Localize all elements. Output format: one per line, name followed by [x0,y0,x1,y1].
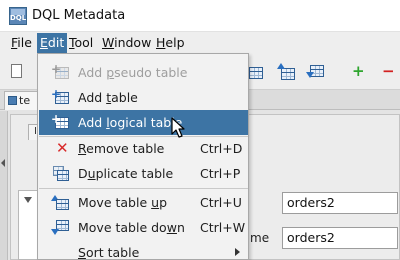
collapse-arrow-icon [1,159,5,167]
title-bar: DQL DQL Metadata [0,0,400,32]
menu-item-sort-table[interactable]: Sort table [39,240,248,260]
new-document-button[interactable] [8,63,26,81]
menu-item-move-table-up[interactable]: Move table up Ctrl+U [39,190,248,215]
menu-file[interactable]: File [8,33,35,53]
menu-edit[interactable]: Edit [37,33,68,53]
app-logo-icon: DQL [9,7,27,25]
side-panel-collapser[interactable] [0,111,8,260]
add-pseudo-table-icon: + [51,62,69,80]
menu-item-duplicate-table[interactable]: Duplicate table Ctrl+P [39,161,248,186]
name-label: me [250,231,270,245]
menu-window[interactable]: Window [99,33,154,53]
edit-menu-dropdown: + Add pseudo table + Add table + Add log… [37,53,249,260]
menu-item-move-table-down[interactable]: Move table down Ctrl+W [39,215,248,240]
table-icon [249,67,263,79]
menu-bar: File Edit Tool Window Help [0,32,400,54]
shortcut-label: Ctrl+D [200,141,243,156]
menu-item-add-logical-table[interactable]: + Add logical table [39,110,248,135]
menu-help[interactable]: Help [153,33,188,53]
move-table-down-icon [306,72,314,78]
table-grid-icon [281,68,295,80]
remove-icon: − [382,62,395,80]
shortcut-label: Ctrl+W [200,220,246,235]
menu-item-add-pseudo-table[interactable]: + Add pseudo table [39,60,248,85]
move-table-up-button[interactable] [277,63,295,81]
name-field[interactable]: orders2 [282,227,398,249]
shortcut-label: Ctrl+U [200,195,242,210]
window-title: DQL Metadata [32,8,126,23]
shortcut-label: Ctrl+P [200,166,241,181]
document-tab-icon [8,96,17,105]
duplicate-table-icon [53,166,69,181]
tree-panel[interactable] [18,190,38,260]
document-tab-label: te [19,94,31,107]
new-document-icon [11,64,22,78]
add-icon: + [352,62,365,80]
table-name-field[interactable]: orders2 [282,192,398,214]
move-table-up-icon [51,195,69,210]
add-button[interactable]: + [349,63,367,81]
move-table-down-button[interactable] [306,63,324,81]
remove-x-icon: ✕ [56,139,69,157]
expand-arrow-icon [24,197,32,203]
menu-item-add-table[interactable]: + Add table [39,85,248,110]
document-tab[interactable]: te [4,91,40,110]
move-table-down-icon [51,220,69,235]
menu-tool[interactable]: Tool [66,33,96,53]
table-button[interactable] [247,63,265,81]
add-table-icon: + [51,87,69,105]
menu-separator [39,188,248,189]
submenu-arrow-icon [235,248,240,256]
menu-item-remove-table[interactable]: ✕ Remove table Ctrl+D [39,136,248,161]
mouse-cursor-icon [171,117,185,138]
add-logical-table-icon: + [51,112,69,130]
remove-button[interactable]: − [378,63,396,81]
move-table-up-icon [277,63,285,69]
